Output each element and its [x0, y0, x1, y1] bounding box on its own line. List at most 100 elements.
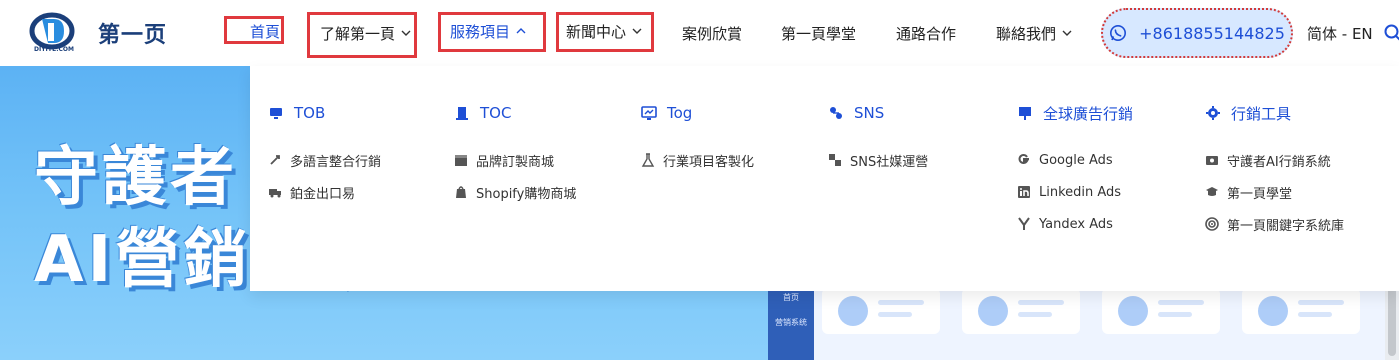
dropdown-column-sns: SNS SNS社媒運營	[828, 102, 928, 176]
google-icon	[1018, 154, 1029, 164]
hero-title-line1: 守護者	[34, 141, 238, 215]
nav-about[interactable]: 了解第一頁	[320, 0, 411, 66]
column-title: 行銷工具	[1231, 104, 1292, 123]
mock-card	[962, 288, 1080, 334]
dropdown-item-label: Shopify購物商城	[476, 186, 577, 202]
column-heading[interactable]: TOB	[268, 102, 381, 124]
shopify-bag-icon	[456, 186, 466, 198]
billboard-icon	[1019, 107, 1031, 120]
dropdown-item-label: 守護者AI行銷系統	[1227, 154, 1331, 170]
dropdown-column-toc: TOC 品牌訂製商城 Shopify購物商城	[454, 102, 576, 208]
nav-news[interactable]: 新聞中心	[566, 0, 642, 64]
dropdown-item[interactable]: Yandex Ads	[1017, 208, 1133, 240]
dropdown-item[interactable]: SNS社媒運營	[828, 144, 928, 176]
chevron-down-icon	[1062, 30, 1072, 36]
nav-channel[interactable]: 通路合作	[896, 0, 956, 66]
column-title: Tog	[667, 104, 693, 122]
column-heading[interactable]: TOC	[454, 102, 576, 124]
dropdown-item-label: 品牌訂製商城	[476, 154, 555, 170]
gear-icon	[1206, 106, 1220, 120]
target-icon	[1205, 217, 1219, 231]
dropdown-item-label: 第一頁學堂	[1227, 186, 1293, 202]
nav-academy-label: 第一頁學堂	[781, 24, 857, 43]
nav-cases[interactable]: 案例欣賞	[682, 0, 742, 66]
dropdown-item-label: 第一頁關鍵字系統庫	[1227, 218, 1345, 234]
scrollbar-thumb[interactable]	[1388, 284, 1396, 356]
nav-services[interactable]: 服務項目	[450, 0, 526, 64]
dropdown-item-label: 行業項目客製化	[663, 154, 755, 170]
dropdown-item[interactable]: Shopify購物商城	[454, 176, 576, 208]
screen-chart-icon	[641, 106, 657, 120]
logo-subtext: DIYIYE.COM	[34, 46, 74, 53]
language-label: 简体 - EN	[1307, 24, 1373, 43]
column-title: TOB	[294, 104, 326, 122]
mock-side-label-home: 首页	[783, 293, 799, 302]
dropdown-column-tog: Tog 行業項目客製化	[641, 102, 754, 176]
phone-number: +8618855144825	[1139, 23, 1285, 43]
column-heading[interactable]: 行銷工具	[1205, 102, 1344, 124]
nav-contact[interactable]: 聯絡我們	[996, 0, 1072, 66]
search-icon[interactable]	[1384, 24, 1399, 42]
dropdown-item[interactable]: Google Ads	[1017, 144, 1133, 176]
mock-card	[1242, 288, 1360, 334]
dashboard-mockup-sidebar: 首页 营销系统	[768, 286, 814, 360]
column-title: SNS	[854, 104, 885, 122]
dropdown-item[interactable]: 多語言整合行銷	[268, 144, 381, 176]
chevron-down-icon	[632, 28, 642, 34]
whatsapp-icon	[1110, 25, 1127, 41]
nav-home[interactable]: 首頁	[250, 0, 280, 64]
dropdown-item-label: Yandex Ads	[1039, 216, 1113, 232]
column-title: TOC	[480, 104, 512, 122]
nav-academy[interactable]: 第一頁學堂	[781, 0, 856, 66]
dropdown-item-label: Google Ads	[1039, 152, 1113, 168]
nav-news-label: 新聞中心	[566, 22, 627, 41]
dropdown-item-label: 多語言整合行銷	[290, 154, 382, 170]
dropdown-item[interactable]: 第一頁學堂	[1205, 176, 1344, 208]
yandex-icon	[1018, 217, 1030, 230]
truck-icon	[269, 189, 281, 198]
social-operation-icon	[829, 154, 841, 166]
dropdown-item[interactable]: 行業項目客製化	[641, 144, 754, 176]
dropdown-column-marketing-tools: 行銷工具 守護者AI行銷系統 第一頁學堂 第一頁關鍵字系統庫	[1205, 102, 1344, 240]
chevron-down-icon	[401, 30, 411, 36]
nav-about-label: 了解第一頁	[320, 24, 396, 43]
site-logo[interactable]: 第一页 DIYIYE.COM	[28, 10, 188, 56]
logo-text: 第一页	[98, 23, 168, 48]
dropdown-item[interactable]: 第一頁關鍵字系統庫	[1205, 208, 1344, 240]
nav-contact-label: 聯絡我們	[996, 24, 1057, 43]
mock-card	[1102, 288, 1220, 334]
flask-icon	[641, 153, 655, 167]
nav-home-label: 首頁	[250, 22, 281, 41]
column-heading[interactable]: Tog	[641, 102, 754, 124]
whatsapp-phone-button[interactable]: +8618855144825	[1101, 8, 1293, 58]
language-switch[interactable]: 简体 - EN	[1307, 0, 1373, 66]
nav-channel-label: 通路合作	[896, 24, 957, 43]
dropdown-item-label: Linkedin Ads	[1039, 184, 1122, 200]
dropdown-item[interactable]: 品牌訂製商城	[454, 144, 576, 176]
building-icon	[456, 107, 468, 120]
chevron-up-icon	[516, 28, 526, 34]
column-heading[interactable]: SNS	[828, 102, 928, 124]
dropdown-column-global-ads: 全球廣告行銷 Google Ads Linkedin Ads Yandex Ad…	[1017, 102, 1133, 240]
services-dropdown-menu: TOB 多語言整合行銷 鉑金出口易 TOC 品牌訂製商城 Shopify購物商城…	[250, 66, 1399, 291]
dropdown-item-label: SNS社媒運營	[850, 154, 929, 170]
store-icon	[455, 155, 467, 166]
mock-card	[822, 288, 940, 334]
rocket-icon	[270, 155, 280, 165]
column-heading[interactable]: 全球廣告行銷	[1017, 102, 1133, 124]
nav-services-label: 服務項目	[450, 22, 511, 41]
dropdown-item[interactable]: 守護者AI行銷系統	[1205, 144, 1344, 176]
column-title: 全球廣告行銷	[1043, 104, 1134, 123]
monitor-icon	[270, 108, 282, 119]
dropdown-item[interactable]: Linkedin Ads	[1017, 176, 1133, 208]
dropdown-item[interactable]: 鉑金出口易	[268, 176, 381, 208]
linkedin-icon	[1018, 186, 1030, 198]
site-header: 第一页 DIYIYE.COM 首頁 了解第一頁 服務項目 新聞中心 案例欣賞 第…	[0, 0, 1399, 66]
dropdown-column-tob: TOB 多語言整合行銷 鉑金出口易	[268, 102, 381, 208]
graduation-cap-icon	[1206, 187, 1218, 196]
nav-cases-label: 案例欣賞	[682, 24, 743, 43]
mock-side-label-system: 营销系统	[775, 318, 807, 327]
users-icon	[830, 107, 842, 119]
dropdown-item-label: 鉑金出口易	[290, 186, 356, 202]
ai-system-icon	[1206, 156, 1218, 165]
